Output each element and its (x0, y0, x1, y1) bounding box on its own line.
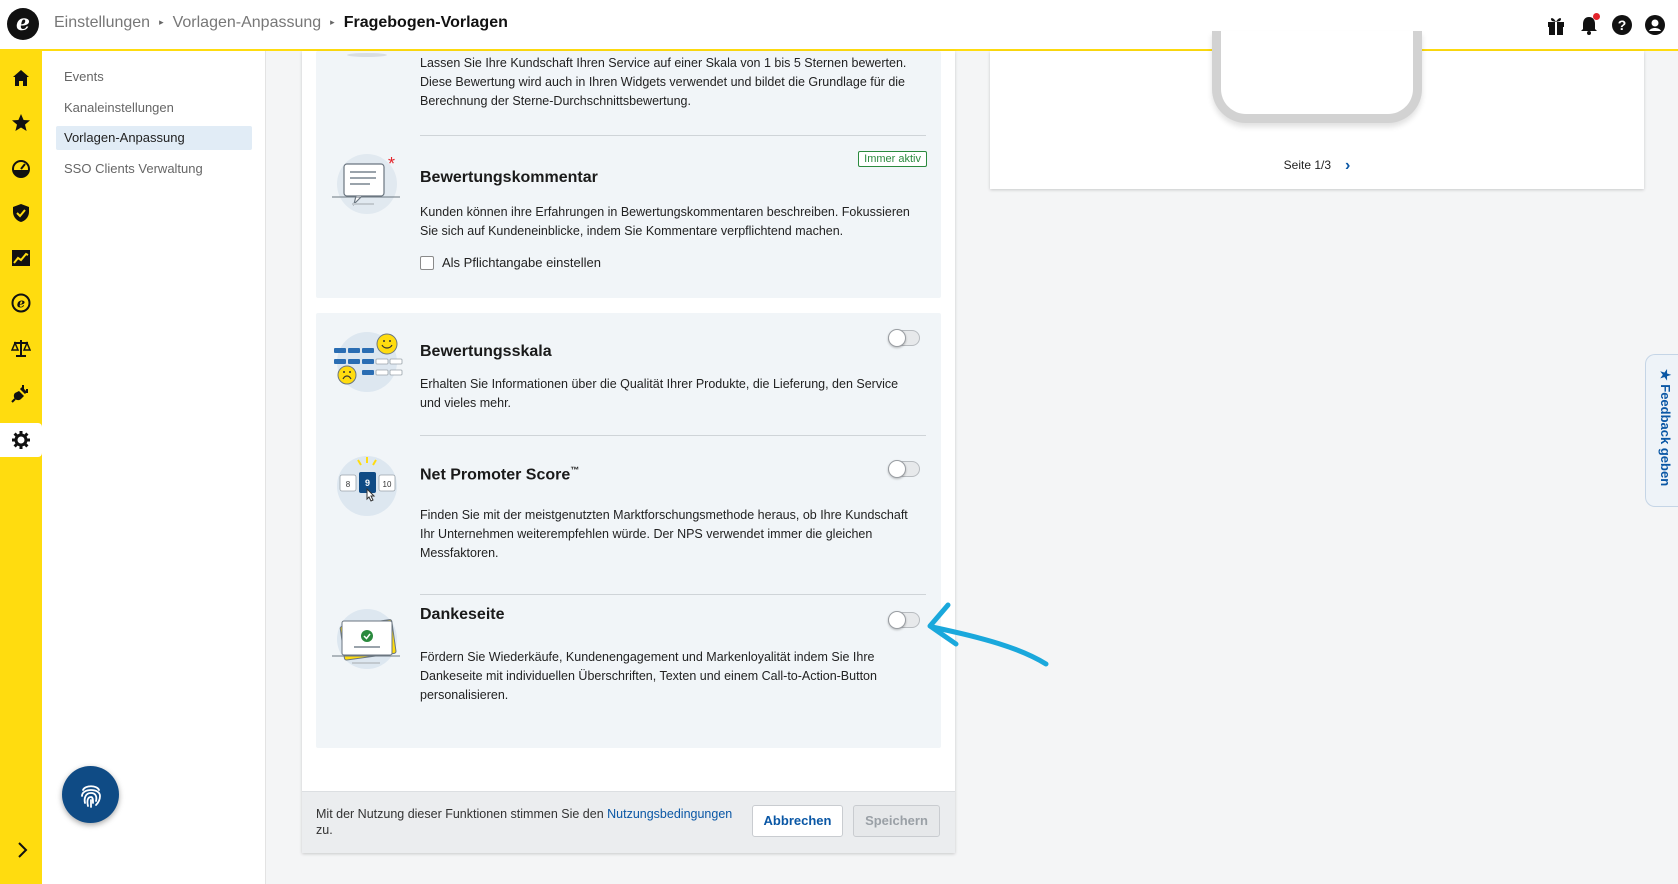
save-button[interactable]: Speichern (853, 805, 940, 837)
mandatory-comment-checkbox[interactable] (420, 256, 434, 270)
thank-you-page-description: Fördern Sie Wiederkäufe, Kundenengagemen… (420, 650, 877, 702)
expand-chevron-icon[interactable] (12, 840, 32, 860)
svg-text:?: ? (1618, 17, 1627, 33)
breadcrumb-item-einstellungen[interactable]: Einstellungen (54, 14, 150, 31)
thank-you-page-title: Dankeseite (420, 606, 505, 623)
terms-prefix: Mit der Nutzung dieser Funktionen stimme… (316, 807, 608, 821)
rating-scale-title: Bewertungsskala (420, 343, 552, 360)
annotation-arrow-icon (927, 602, 1049, 667)
chart-icon[interactable] (0, 241, 42, 275)
preview-pager: Seite 1/3 › (990, 157, 1644, 175)
terms-link[interactable]: Nutzungsbedingungen (607, 807, 732, 821)
terms-suffix: zu. (316, 823, 333, 837)
fingerprint-icon (80, 784, 101, 808)
rating-scale-description: Erhalten Sie Informationen über die Qual… (420, 377, 899, 410)
nps-illustration-9: 9 (365, 478, 370, 488)
divider (420, 135, 926, 136)
comment-title: Bewertungskommentar (420, 169, 598, 186)
user-icon[interactable] (1644, 14, 1666, 36)
top-bar: e Einstellungen ▸ Vorlagen-Anpassung ▸ Frage… (0, 0, 1678, 51)
dashboard-icon[interactable] (0, 151, 42, 185)
fingerprint-button[interactable] (62, 766, 119, 823)
mandatory-features-card: Lassen Sie Ihre Kundschaft Ihren Service… (316, 51, 941, 298)
nps-title: Net Promoter Score™ (420, 465, 579, 484)
scale-icon[interactable] (0, 331, 42, 365)
phone-preview-frame (1212, 31, 1422, 123)
home-icon[interactable] (0, 61, 42, 95)
gift-icon[interactable] (1545, 14, 1567, 36)
shield-icon[interactable] (0, 196, 42, 230)
thank-you-page-illustration (330, 609, 404, 683)
nps-toggle[interactable] (888, 460, 920, 478)
cancel-button[interactable]: Abbrechen (752, 805, 843, 837)
breadcrumb-item-current: Fragebogen-Vorlagen (343, 14, 508, 31)
svg-text:*: * (388, 154, 395, 174)
breadcrumb-separator: ▸ (330, 17, 335, 27)
divider (420, 594, 926, 595)
template-preview-card: Seite 1/3 › (990, 31, 1644, 189)
terms-notice: Mit der Nutzung dieser Funktionen stimme… (316, 806, 744, 838)
panel-footer: Mit der Nutzung dieser Funktionen stimme… (302, 791, 955, 853)
comment-description: Kunden können ihre Erfahrungen in Bewert… (420, 205, 910, 238)
nps-illustration: 8 9 10 (330, 451, 404, 525)
gear-icon[interactable] (0, 423, 42, 457)
mandatory-comment-label[interactable]: Als Pflichtangabe einstellen (442, 255, 601, 270)
svg-text:e: e (17, 297, 25, 312)
subnav-item-vorlagen-anpassung[interactable]: Vorlagen-Anpassung (56, 126, 252, 150)
nps-illustration-10: 10 (383, 480, 392, 489)
subnav-item-kanaleinstellungen[interactable]: Kanaleinstellungen (56, 96, 252, 120)
toggle-knob (888, 611, 906, 629)
bell-icon[interactable] (1578, 13, 1600, 36)
star-icon[interactable] (0, 106, 42, 140)
subnav-item-events[interactable]: Events (56, 65, 252, 89)
notification-dot (1593, 13, 1600, 20)
comment-illustration: * (330, 154, 404, 228)
help-icon[interactable]: ? (1611, 14, 1633, 36)
breadcrumb: Einstellungen ▸ Vorlagen-Anpassung ▸ Fragebo… (54, 14, 508, 32)
feedback-tab-label: ★ Feedback geben (1658, 369, 1673, 487)
feedback-tab[interactable]: ★ Feedback geben (1645, 354, 1678, 507)
nps-trademark: ™ (570, 465, 580, 475)
main-nav-rail: e (0, 51, 42, 884)
nps-illustration-8: 8 (346, 480, 351, 489)
chevron-right-icon[interactable]: › (1345, 157, 1350, 175)
rating-scale-illustration (330, 329, 404, 403)
star-rating-description: Lassen Sie Ihre Kundschaft Ihren Service… (420, 56, 907, 108)
always-active-badge: Immer aktiv (858, 151, 927, 167)
pager-label: Seite 1/3 (1283, 158, 1332, 173)
thank-you-page-toggle[interactable] (888, 611, 920, 629)
divider (420, 435, 926, 436)
star-rating-illustration (330, 31, 404, 105)
toggle-knob (888, 460, 906, 478)
rating-scale-toggle[interactable] (888, 329, 920, 347)
plug-icon[interactable] (0, 376, 42, 410)
optional-features-card: Bewertungsskala Erhalten Sie Information… (316, 313, 941, 748)
trusted-e-icon[interactable]: e (0, 286, 42, 320)
nps-title-text: Net Promoter Score (420, 466, 571, 484)
nps-description: Finden Sie mit der meistgenutzten Marktf… (420, 508, 908, 560)
questionnaire-template-panel: Lassen Sie Ihre Kundschaft Ihren Service… (302, 51, 955, 853)
breadcrumb-item-vorlagen-anpassung[interactable]: Vorlagen-Anpassung (173, 14, 322, 31)
settings-subnav: Events Kanaleinstellungen Vorlagen-Anpas… (42, 51, 266, 884)
breadcrumb-separator: ▸ (159, 17, 164, 27)
trusted-shops-logo[interactable]: e (7, 8, 39, 40)
subnav-item-sso-clients[interactable]: SSO Clients Verwaltung (56, 157, 252, 181)
toggle-knob (888, 329, 906, 347)
